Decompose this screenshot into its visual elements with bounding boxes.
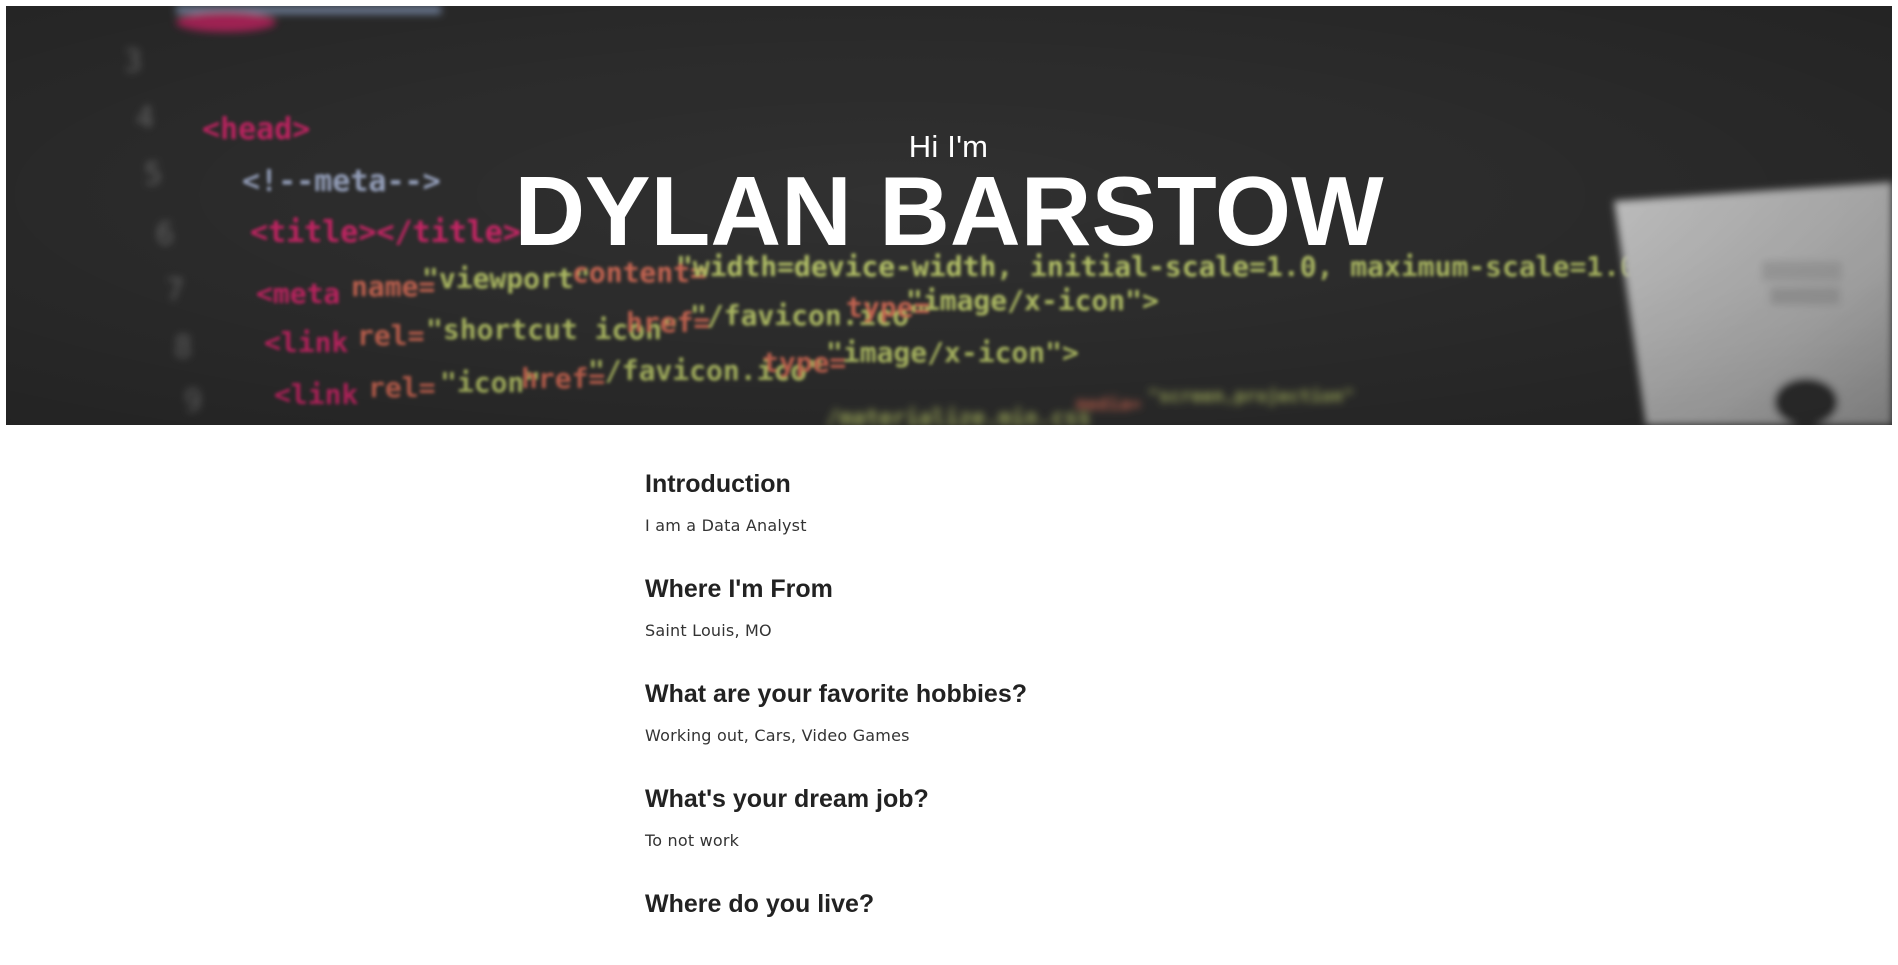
section-dream-job: What's your dream job? To not work: [645, 784, 1345, 851]
section-hobbies: What are your favorite hobbies? Working …: [645, 679, 1345, 746]
section-body: Saint Louis, MO: [645, 621, 772, 640]
section-heading: Introduction: [645, 470, 791, 498]
profile-content: Introduction I am a Data Analyst Where I…: [645, 469, 1345, 957]
section-body: To not work: [645, 831, 740, 850]
section-heading: What's your dream job?: [645, 785, 929, 813]
section-heading: Where I'm From: [645, 575, 833, 603]
hero-banner: 3 4 5 6 7 8 9 <head> <!--meta--> <title>…: [6, 6, 1892, 425]
section-residence: Where do you live?: [645, 889, 1345, 919]
section-heading: What are your favorite hobbies?: [645, 680, 1028, 708]
section-origin: Where I'm From Saint Louis, MO: [645, 574, 1345, 641]
section-body: I am a Data Analyst: [645, 516, 807, 535]
hero-name: DYLAN BARSTOW: [514, 156, 1384, 266]
section-heading: Where do you live?: [645, 890, 875, 918]
hero-text: Hi I'm DYLAN BARSTOW: [6, 130, 1892, 266]
section-introduction: Introduction I am a Data Analyst: [645, 469, 1345, 536]
section-body: Working out, Cars, Video Games: [645, 726, 910, 745]
